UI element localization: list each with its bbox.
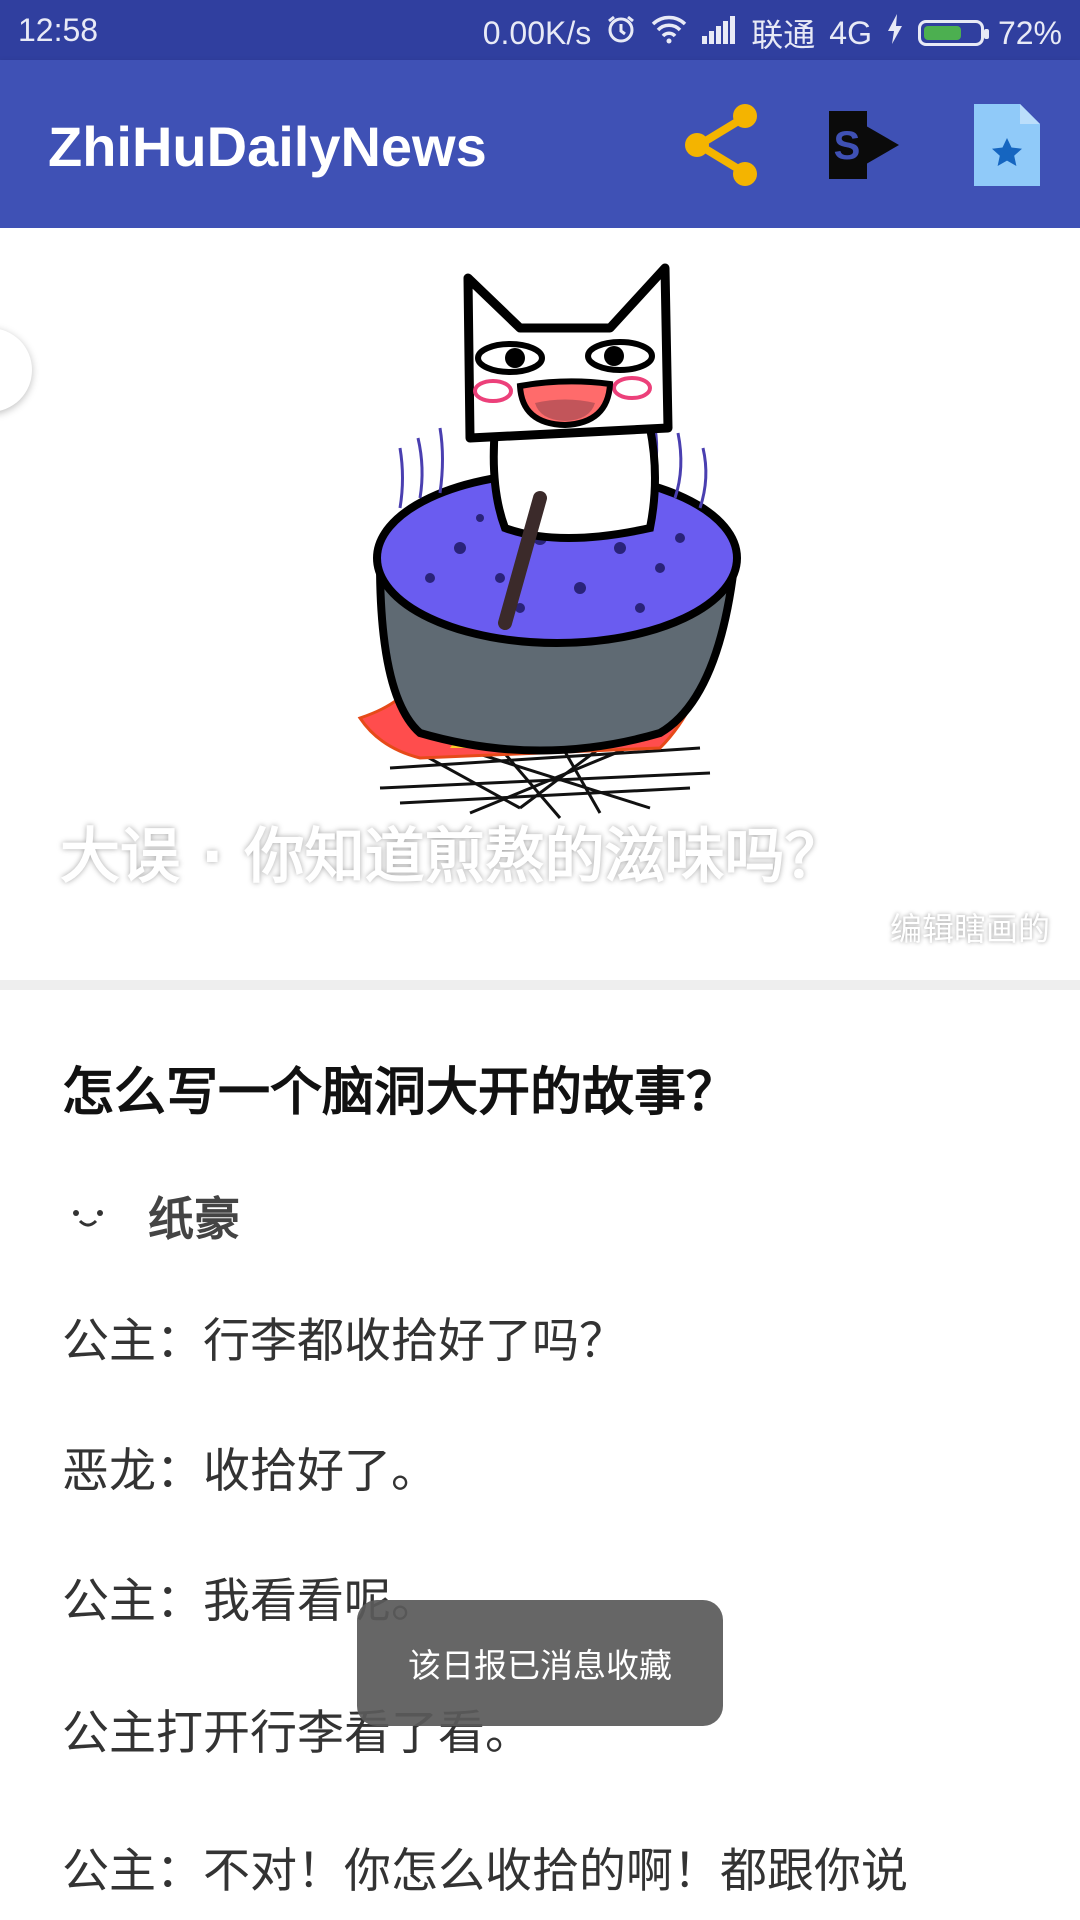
status-time: 12:58 [18,12,99,48]
share-button[interactable] [676,100,766,190]
header-image[interactable]: 大误 · 你知道煎熬的滋味吗？ 编辑瞎画的 [0,228,1080,980]
battery-percent: 72% [997,14,1062,51]
paragraph: 公主：行李都收拾好了吗？ [62,1314,626,1369]
author-name: 纸豪 [148,1192,240,1246]
app-title: ZhiHuDailyNews [48,115,487,178]
alarm-icon [605,13,637,53]
header-title: 大误 · 你知道煎熬的滋味吗？ [60,822,845,892]
image-source: 编辑瞎画的 [889,910,1050,948]
author-row[interactable]: 纸豪 [62,1186,240,1246]
signal-icon [701,15,737,52]
sharepoint-icon: S [829,111,899,179]
wifi-icon [651,14,687,52]
charging-icon [886,14,904,52]
paragraph: 恶龙：收拾好了。 [62,1444,438,1499]
sharepoint-button[interactable]: S [820,100,910,190]
toast-message: 该日报已消息收藏 [357,1600,723,1726]
status-indicators: 0.00K/s 联通 4G 72% [483,10,1062,56]
question-title: 怎么写一个脑洞大开的故事？ [62,1063,739,1123]
network-speed: 0.00K/s [482,14,592,51]
app-bar: ZhiHuDailyNews S [0,60,1080,228]
favorite-doc-icon [974,104,1040,186]
divider [0,980,1080,990]
avatar [73,1210,103,1227]
battery-icon [917,20,989,46]
share-icon [685,104,757,186]
status-bar: 12:58 0.00K/s 联通 4G 72% [0,0,1080,60]
svg-text:S: S [834,124,861,168]
carrier-name: 联通 [751,17,816,53]
network-type: 4G [829,14,872,51]
paragraph: 公主：不对！你怎么收拾的啊！都跟你说 [62,1844,908,1899]
favorite-button[interactable] [962,100,1052,190]
